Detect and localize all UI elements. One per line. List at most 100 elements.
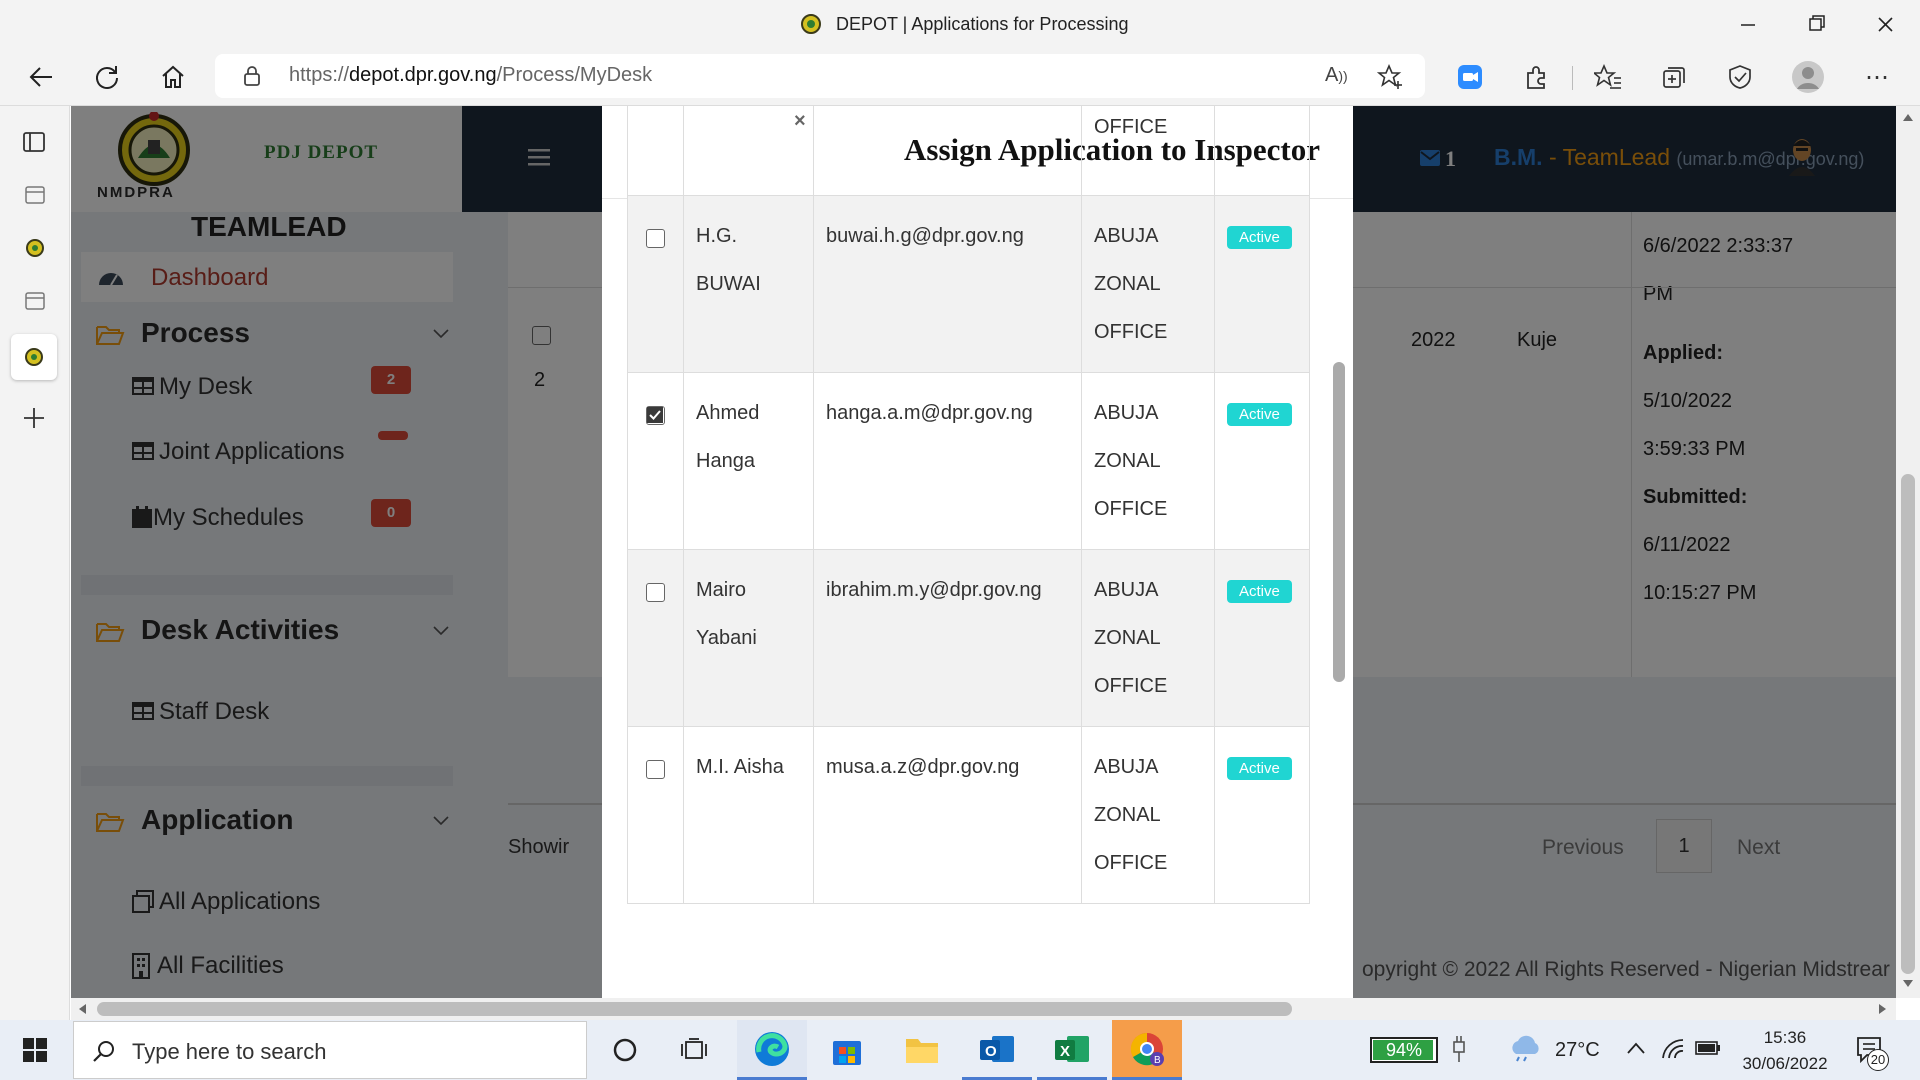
start-button[interactable]: [0, 1020, 70, 1080]
minimize-button[interactable]: [1725, 10, 1771, 40]
inspector-status-cell: Active: [1214, 195, 1310, 373]
inspector-status-cell: Active: [1214, 549, 1310, 727]
taskbar-file-explorer-app[interactable]: [887, 1020, 957, 1080]
status-badge: Active: [1227, 403, 1292, 426]
select-cell: [627, 195, 684, 373]
taskbar-search-box[interactable]: Type here to search: [73, 1021, 587, 1079]
select-cell: [627, 726, 684, 904]
read-aloud-icon[interactable]: A)): [1325, 64, 1348, 87]
settings-more-icon[interactable]: ⋯: [1857, 57, 1897, 97]
inspector-status-cell: [1214, 106, 1310, 196]
refresh-icon[interactable]: [87, 57, 127, 97]
task-view-icon[interactable]: [660, 1020, 730, 1080]
inspector-checkbox[interactable]: [646, 583, 665, 602]
svg-text:O: O: [985, 1043, 997, 1060]
inspector-name: Adetokun: [683, 106, 814, 196]
outlook-icon: O: [980, 1035, 1014, 1062]
inspector-email: hanga.a.m@dpr.gov.ng: [813, 372, 1082, 550]
inspector-row[interactable]: M.I. Aisha musa.a.z@dpr.gov.ng ABUJA ZONAL…: [627, 726, 1310, 904]
inspector-checkbox[interactable]: [646, 229, 665, 248]
battery-icon[interactable]: [1695, 1040, 1721, 1056]
address-bar[interactable]: https://depot.dpr.gov.ng/Process/MyDesk …: [215, 54, 1425, 98]
clock-date: 30/06/2022: [1742, 1054, 1828, 1073]
scroll-right-icon[interactable]: [1879, 1004, 1886, 1014]
browser-title-bar: DEPOT | Applications for Processing: [0, 0, 1920, 50]
tab-page-icon[interactable]: [24, 184, 46, 206]
horizontal-scrollbar-thumb[interactable]: [97, 1002, 1292, 1016]
add-favorite-icon[interactable]: [1377, 63, 1405, 91]
battery-indicator[interactable]: 94%: [1370, 1037, 1438, 1063]
inspector-status-cell: Active: [1214, 726, 1310, 904]
chevron-up-icon[interactable]: [1626, 1042, 1646, 1054]
wifi-icon[interactable]: [1660, 1038, 1686, 1060]
notifications-icon[interactable]: 20: [1855, 1035, 1889, 1071]
active-tab[interactable]: [11, 334, 57, 380]
scroll-up-icon[interactable]: [1903, 114, 1913, 121]
status-badge: Active: [1227, 580, 1292, 603]
taskbar-outlook-app[interactable]: O: [962, 1020, 1032, 1080]
inspector-status-cell: Active: [1214, 372, 1310, 550]
favorites-icon[interactable]: [1588, 57, 1628, 97]
search-icon: [92, 1039, 116, 1063]
modal-scrollbar[interactable]: [1333, 362, 1345, 682]
checkmark-icon: [647, 407, 663, 423]
weather-temperature[interactable]: 27°C: [1555, 1039, 1600, 1062]
new-tab-icon[interactable]: [22, 406, 46, 430]
inspector-checkbox[interactable]: [646, 760, 665, 779]
inspector-office: ABUJA ZONAL OFFICE: [1081, 549, 1215, 727]
scroll-left-icon[interactable]: [79, 1004, 86, 1014]
toolbar-divider: [1572, 66, 1573, 90]
page-vertical-scrollbar[interactable]: [1896, 106, 1920, 998]
folder-icon: [906, 1039, 938, 1063]
url-text: https://depot.dpr.gov.ng/Process/MyDesk: [289, 64, 653, 86]
inspector-email: [813, 106, 1082, 196]
clock-time: 15:36: [1763, 1028, 1807, 1047]
site-favicon-icon: [800, 13, 822, 35]
tab-title: DEPOT | Applications for Processing: [836, 14, 1129, 34]
tab-depot-favicon-icon[interactable]: [25, 238, 45, 258]
home-icon[interactable]: [153, 57, 193, 97]
extensions-icon[interactable]: [1516, 57, 1556, 97]
taskbar-store-app[interactable]: [812, 1020, 882, 1080]
scroll-down-icon[interactable]: [1903, 980, 1913, 987]
weather-cloud-icon[interactable]: [1508, 1034, 1542, 1062]
inspector-checkbox[interactable]: [646, 406, 665, 425]
browser-essentials-icon[interactable]: [1720, 57, 1760, 97]
collections-icon[interactable]: [1654, 57, 1694, 97]
taskbar-edge-app[interactable]: [737, 1020, 807, 1080]
windows-logo-icon: [23, 1038, 47, 1062]
page-horizontal-scrollbar[interactable]: [71, 998, 1896, 1020]
inspector-row[interactable]: H.G. BUWAI buwai.h.g@dpr.gov.ng ABUJA ZONA…: [627, 195, 1310, 373]
inspector-office: ZONAL OFFICE: [1081, 106, 1215, 196]
edge-icon: [755, 1031, 789, 1066]
restore-button[interactable]: [1793, 10, 1839, 40]
status-badge: Active: [1227, 226, 1292, 249]
profile-avatar-icon[interactable]: [1788, 57, 1828, 97]
page-scrollbar-thumb[interactable]: [1901, 474, 1915, 974]
taskbar-chrome-app[interactable]: B: [1112, 1020, 1182, 1080]
inspector-row[interactable]: Adetokun ZONAL OFFICE: [627, 106, 1310, 196]
inspector-office: ABUJA ZONAL OFFICE: [1081, 372, 1215, 550]
close-window-button[interactable]: [1862, 10, 1908, 40]
assign-inspector-modal: × Assign Application to Inspector Adetok…: [602, 106, 1353, 998]
select-cell: [627, 106, 684, 196]
back-icon[interactable]: [21, 57, 61, 97]
taskbar-clock[interactable]: 15:36 30/06/2022: [1735, 1025, 1835, 1077]
tab-depot-favicon-icon: [24, 347, 44, 367]
inspector-email: musa.a.z@dpr.gov.ng: [813, 726, 1082, 904]
inspector-name: H.G. BUWAI: [683, 195, 814, 373]
inspector-row[interactable]: Ahmed Hanga hanga.a.m@dpr.gov.ng ABUJA ZON…: [627, 372, 1310, 550]
meeting-extension-icon[interactable]: [1450, 57, 1490, 97]
tab-actions-icon[interactable]: [22, 130, 46, 154]
select-cell: [627, 549, 684, 727]
web-page: PDJ DEPOT NMDPRA TEAMLEAD Dashboard Proc…: [71, 106, 1896, 998]
cortana-icon[interactable]: [590, 1020, 660, 1080]
tab-page-icon[interactable]: [24, 290, 46, 312]
lock-icon[interactable]: [243, 65, 261, 87]
plug-icon: [1450, 1034, 1468, 1064]
taskbar-excel-app[interactable]: X: [1037, 1020, 1107, 1080]
inspector-email: buwai.h.g@dpr.gov.ng: [813, 195, 1082, 373]
vertical-tabs-strip: [0, 106, 70, 1020]
inspector-row[interactable]: Mairo Yabani ibrahim.m.y@dpr.gov.ng ABUJA …: [627, 549, 1310, 727]
inspector-name: Ahmed Hanga: [683, 372, 814, 550]
